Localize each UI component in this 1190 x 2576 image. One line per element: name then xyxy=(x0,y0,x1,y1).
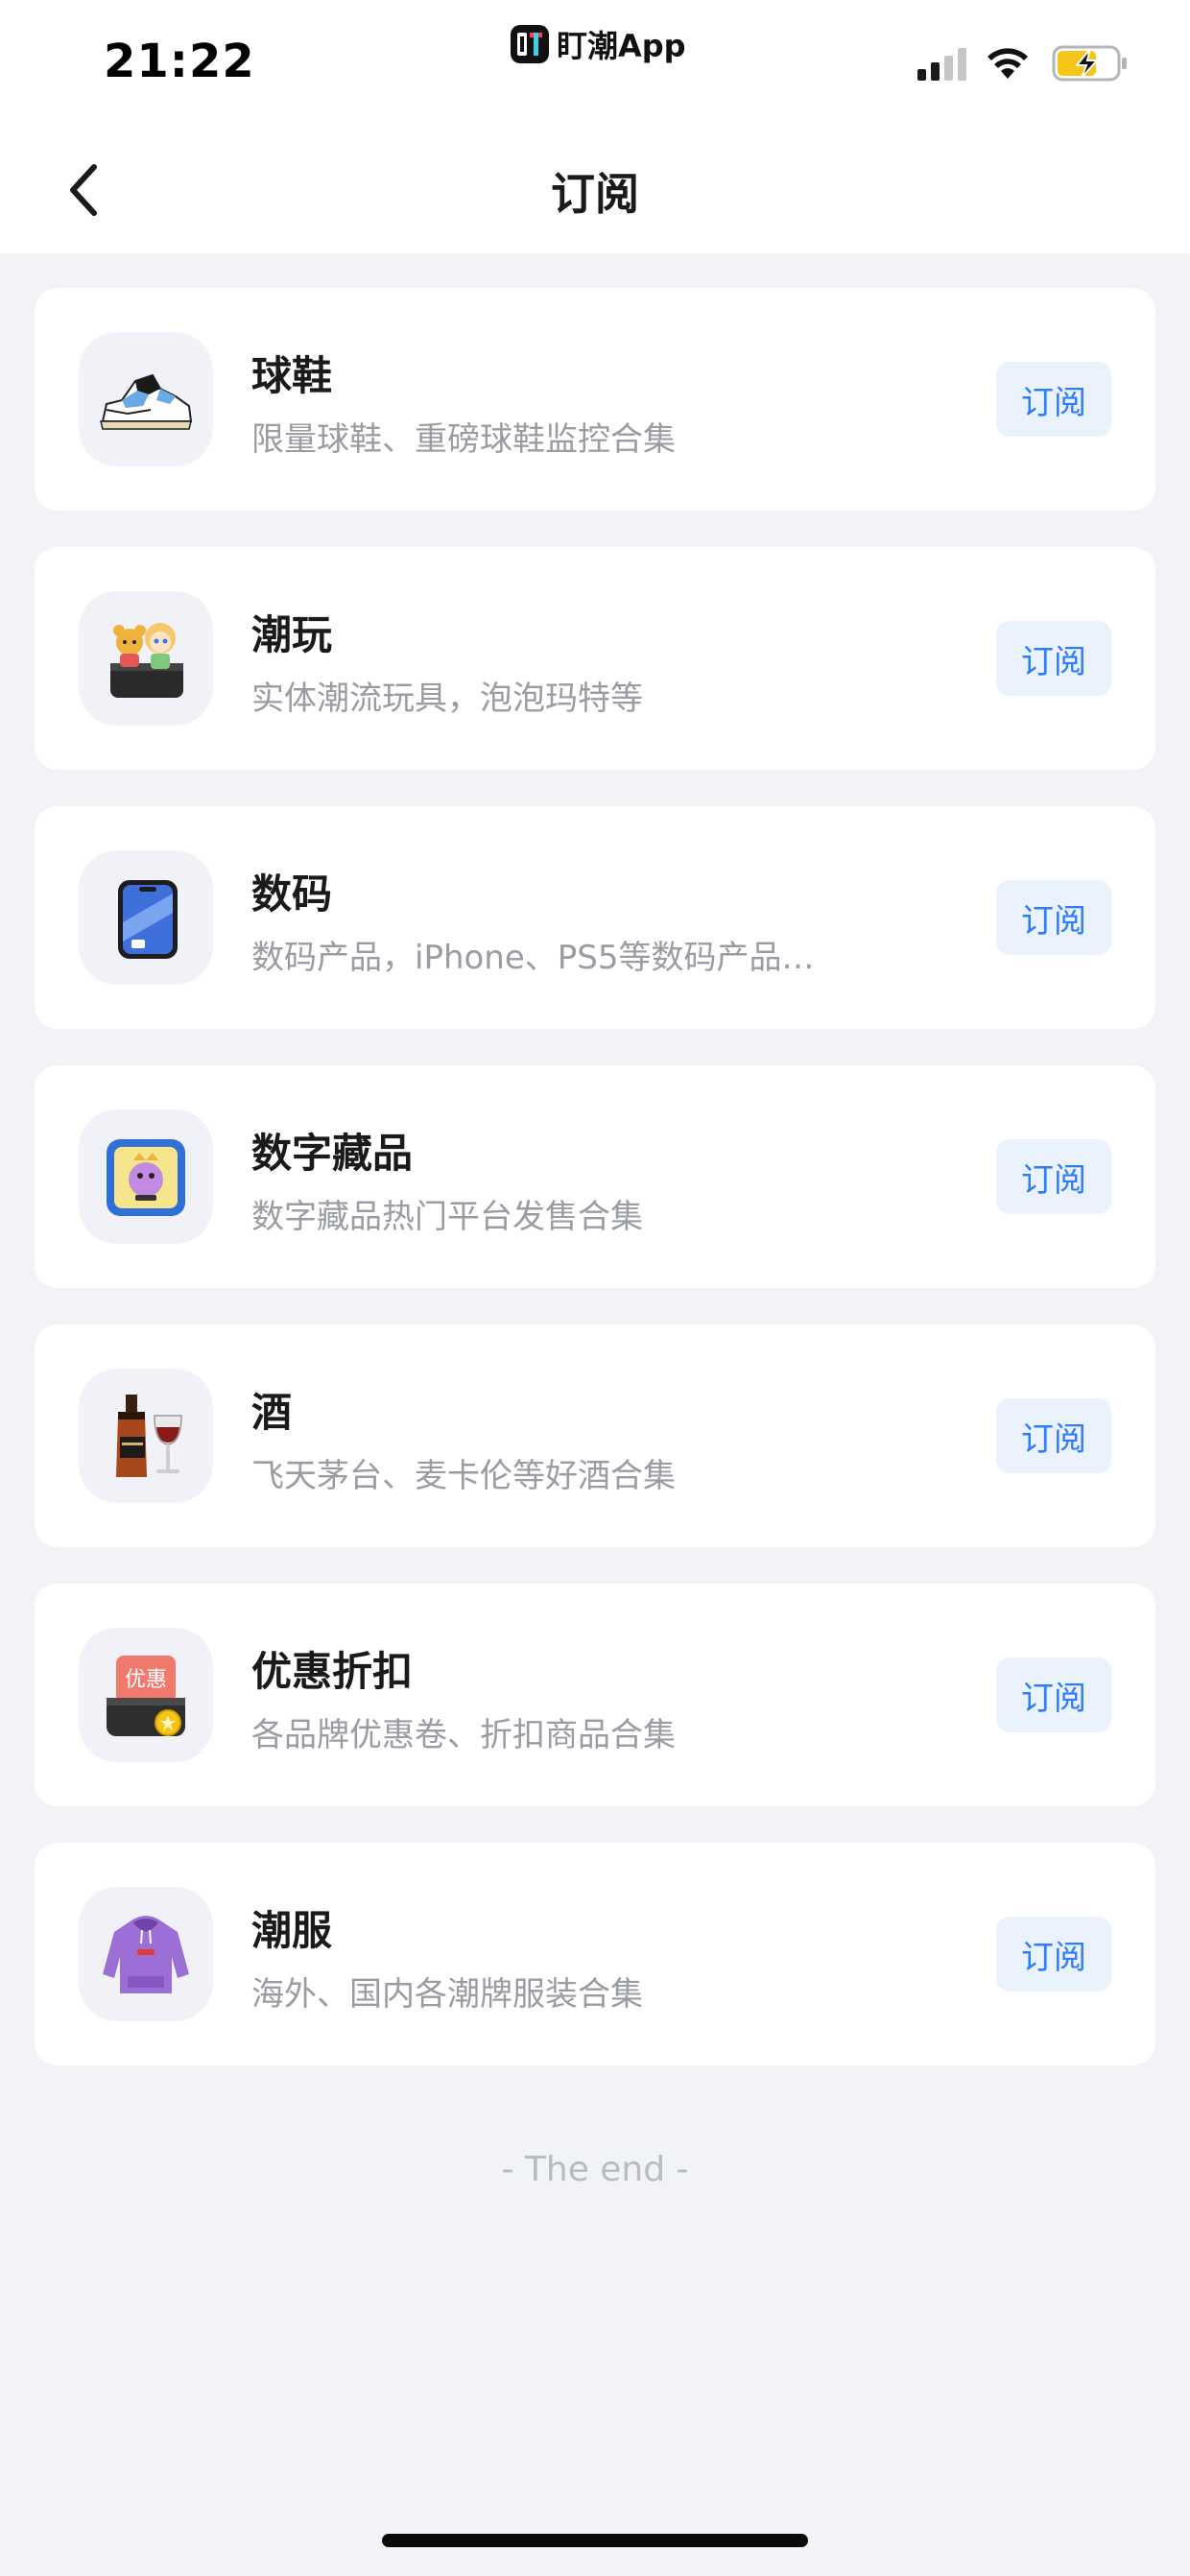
item-description: 海外、国内各潮牌服装合集 xyxy=(251,1975,643,2014)
list-item: 优惠 优惠折扣 各品牌优惠卷、折扣商品合集 订阅 xyxy=(35,1584,1155,1806)
battery-charging-icon xyxy=(1052,45,1127,82)
subscription-list: 球鞋 限量球鞋、重磅球鞋监控合集 订阅 潮玩 实体潮流玩具，泡泡玛特等 订阅 数… xyxy=(35,288,1155,2102)
page-title: 订阅 xyxy=(551,168,639,220)
list-item: 酒 飞天茅台、麦卡伦等好酒合集 订阅 xyxy=(35,1324,1155,1547)
subscribe-button[interactable]: 订阅 xyxy=(996,1917,1111,1992)
item-description: 飞天茅台、麦卡伦等好酒合集 xyxy=(251,1457,676,1495)
subscribe-button[interactable]: 订阅 xyxy=(996,1658,1111,1732)
list-item: 潮服 海外、国内各潮牌服装合集 订阅 xyxy=(35,1843,1155,2065)
item-title: 潮服 xyxy=(251,1907,333,1954)
item-title: 优惠折扣 xyxy=(251,1648,414,1695)
home-indicator[interactable] xyxy=(382,2534,808,2547)
list-item: 球鞋 限量球鞋、重磅球鞋监控合集 订阅 xyxy=(35,288,1155,511)
coupon-icon: 优惠 xyxy=(79,1628,213,1762)
liquor-icon xyxy=(79,1369,213,1503)
subscribe-button[interactable]: 订阅 xyxy=(996,362,1111,437)
list-item: 潮玩 实体潮流玩具，泡泡玛特等 订阅 xyxy=(35,547,1155,770)
app-label: 盯潮App xyxy=(511,21,686,67)
nav-bar: 订阅 xyxy=(0,125,1190,253)
coupon-icon-label: 优惠 xyxy=(125,1668,167,1692)
list-item: 数码 数码产品，iPhone、PS5等数码产品合集 订阅 xyxy=(35,806,1155,1029)
item-title: 数码 xyxy=(251,871,333,918)
list-item: 数字藏品 数字藏品热门平台发售合集 订阅 xyxy=(35,1065,1155,1288)
toy-icon xyxy=(79,591,213,726)
item-description: 数码产品，iPhone、PS5等数码产品合集 xyxy=(251,939,827,977)
subscribe-button[interactable]: 订阅 xyxy=(996,1139,1111,1214)
item-description: 数字藏品热门平台发售合集 xyxy=(251,1198,643,1236)
nft-frame-icon xyxy=(79,1109,213,1244)
item-description: 限量球鞋、重磅球鞋监控合集 xyxy=(251,420,676,459)
item-title: 酒 xyxy=(251,1389,293,1436)
item-description: 各品牌优惠卷、折扣商品合集 xyxy=(251,1716,676,1754)
signal-icon xyxy=(917,48,966,81)
item-title: 球鞋 xyxy=(251,352,333,399)
sneaker-icon xyxy=(79,332,213,466)
status-bar: 21:22 盯潮App xyxy=(0,0,1190,125)
app-name: 盯潮App xyxy=(557,28,686,64)
app-logo-icon xyxy=(511,25,549,63)
hoodie-icon xyxy=(79,1887,213,2021)
status-time: 21:22 xyxy=(104,35,255,88)
end-of-list-text: - The end - xyxy=(501,2150,689,2189)
item-title: 潮玩 xyxy=(251,611,333,658)
subscribe-button[interactable]: 订阅 xyxy=(996,880,1111,955)
item-description: 实体潮流玩具，泡泡玛特等 xyxy=(251,680,643,718)
phone-icon xyxy=(79,850,213,985)
wifi-icon xyxy=(988,48,1028,79)
subscribe-button[interactable]: 订阅 xyxy=(996,1398,1111,1473)
item-title: 数字藏品 xyxy=(251,1130,414,1177)
subscribe-button[interactable]: 订阅 xyxy=(996,621,1111,696)
